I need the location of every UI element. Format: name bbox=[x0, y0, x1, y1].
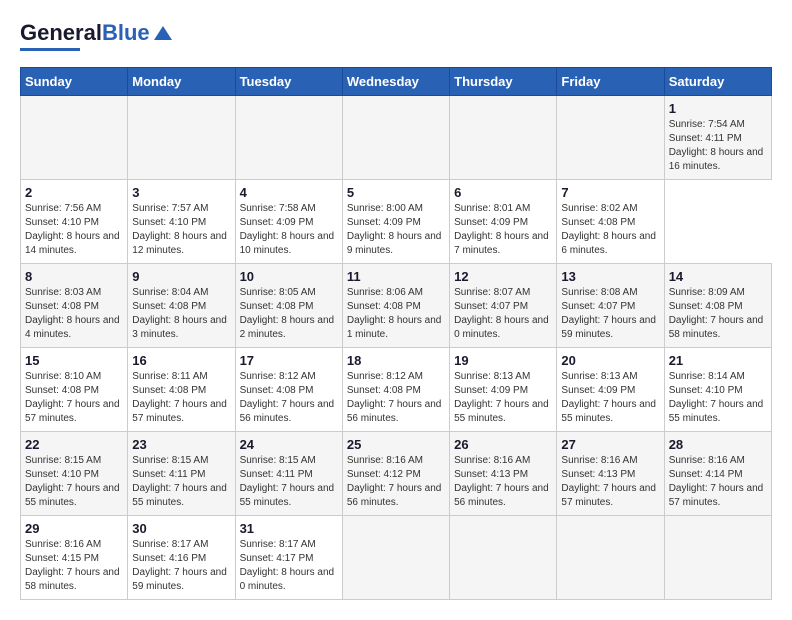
empty-cell bbox=[342, 516, 449, 600]
calendar-day-7: 7Sunrise: 8:02 AMSunset: 4:08 PMDaylight… bbox=[557, 180, 664, 264]
calendar-day-1: 1Sunrise: 7:54 AMSunset: 4:11 PMDaylight… bbox=[664, 96, 771, 180]
empty-cell bbox=[21, 96, 128, 180]
calendar-day-3: 3Sunrise: 7:57 AMSunset: 4:10 PMDaylight… bbox=[128, 180, 235, 264]
calendar-day-9: 9Sunrise: 8:04 AMSunset: 4:08 PMDaylight… bbox=[128, 264, 235, 348]
empty-cell bbox=[450, 96, 557, 180]
calendar-day-24: 24Sunrise: 8:15 AMSunset: 4:11 PMDayligh… bbox=[235, 432, 342, 516]
calendar-week-1: 1Sunrise: 7:54 AMSunset: 4:11 PMDaylight… bbox=[21, 96, 772, 180]
calendar-day-5: 5Sunrise: 8:00 AMSunset: 4:09 PMDaylight… bbox=[342, 180, 449, 264]
calendar-day-6: 6Sunrise: 8:01 AMSunset: 4:09 PMDaylight… bbox=[450, 180, 557, 264]
calendar-day-12: 12Sunrise: 8:07 AMSunset: 4:07 PMDayligh… bbox=[450, 264, 557, 348]
calendar-day-20: 20Sunrise: 8:13 AMSunset: 4:09 PMDayligh… bbox=[557, 348, 664, 432]
empty-cell bbox=[664, 516, 771, 600]
calendar-day-13: 13Sunrise: 8:08 AMSunset: 4:07 PMDayligh… bbox=[557, 264, 664, 348]
empty-cell bbox=[450, 516, 557, 600]
empty-cell bbox=[128, 96, 235, 180]
calendar-day-25: 25Sunrise: 8:16 AMSunset: 4:12 PMDayligh… bbox=[342, 432, 449, 516]
calendar-header-friday: Friday bbox=[557, 68, 664, 96]
calendar-day-11: 11Sunrise: 8:06 AMSunset: 4:08 PMDayligh… bbox=[342, 264, 449, 348]
calendar-week-3: 8Sunrise: 8:03 AMSunset: 4:08 PMDaylight… bbox=[21, 264, 772, 348]
logo-underline bbox=[20, 48, 80, 51]
calendar-day-4: 4Sunrise: 7:58 AMSunset: 4:09 PMDaylight… bbox=[235, 180, 342, 264]
empty-cell bbox=[557, 96, 664, 180]
calendar-day-26: 26Sunrise: 8:16 AMSunset: 4:13 PMDayligh… bbox=[450, 432, 557, 516]
logo-general: General bbox=[20, 20, 102, 46]
logo-icon bbox=[152, 22, 174, 44]
calendar-week-4: 15Sunrise: 8:10 AMSunset: 4:08 PMDayligh… bbox=[21, 348, 772, 432]
calendar-header-thursday: Thursday bbox=[450, 68, 557, 96]
calendar-header-wednesday: Wednesday bbox=[342, 68, 449, 96]
logo: General Blue bbox=[20, 20, 174, 51]
empty-cell bbox=[235, 96, 342, 180]
calendar-header-monday: Monday bbox=[128, 68, 235, 96]
calendar-day-10: 10Sunrise: 8:05 AMSunset: 4:08 PMDayligh… bbox=[235, 264, 342, 348]
calendar-day-16: 16Sunrise: 8:11 AMSunset: 4:08 PMDayligh… bbox=[128, 348, 235, 432]
logo-blue: Blue bbox=[102, 20, 150, 46]
calendar-day-14: 14Sunrise: 8:09 AMSunset: 4:08 PMDayligh… bbox=[664, 264, 771, 348]
calendar-header-sunday: Sunday bbox=[21, 68, 128, 96]
empty-cell bbox=[557, 516, 664, 600]
calendar-day-15: 15Sunrise: 8:10 AMSunset: 4:08 PMDayligh… bbox=[21, 348, 128, 432]
calendar-day-21: 21Sunrise: 8:14 AMSunset: 4:10 PMDayligh… bbox=[664, 348, 771, 432]
calendar-day-29: 29Sunrise: 8:16 AMSunset: 4:15 PMDayligh… bbox=[21, 516, 128, 600]
calendar-day-17: 17Sunrise: 8:12 AMSunset: 4:08 PMDayligh… bbox=[235, 348, 342, 432]
calendar-day-27: 27Sunrise: 8:16 AMSunset: 4:13 PMDayligh… bbox=[557, 432, 664, 516]
calendar-week-5: 22Sunrise: 8:15 AMSunset: 4:10 PMDayligh… bbox=[21, 432, 772, 516]
calendar-day-28: 28Sunrise: 8:16 AMSunset: 4:14 PMDayligh… bbox=[664, 432, 771, 516]
calendar-day-19: 19Sunrise: 8:13 AMSunset: 4:09 PMDayligh… bbox=[450, 348, 557, 432]
calendar-day-23: 23Sunrise: 8:15 AMSunset: 4:11 PMDayligh… bbox=[128, 432, 235, 516]
calendar-header-saturday: Saturday bbox=[664, 68, 771, 96]
calendar-header-tuesday: Tuesday bbox=[235, 68, 342, 96]
calendar-day-8: 8Sunrise: 8:03 AMSunset: 4:08 PMDaylight… bbox=[21, 264, 128, 348]
calendar-day-2: 2Sunrise: 7:56 AMSunset: 4:10 PMDaylight… bbox=[21, 180, 128, 264]
calendar-day-18: 18Sunrise: 8:12 AMSunset: 4:08 PMDayligh… bbox=[342, 348, 449, 432]
calendar-day-31: 31Sunrise: 8:17 AMSunset: 4:17 PMDayligh… bbox=[235, 516, 342, 600]
empty-cell bbox=[342, 96, 449, 180]
calendar-day-22: 22Sunrise: 8:15 AMSunset: 4:10 PMDayligh… bbox=[21, 432, 128, 516]
calendar-day-30: 30Sunrise: 8:17 AMSunset: 4:16 PMDayligh… bbox=[128, 516, 235, 600]
calendar-header-row: SundayMondayTuesdayWednesdayThursdayFrid… bbox=[21, 68, 772, 96]
calendar-week-6: 29Sunrise: 8:16 AMSunset: 4:15 PMDayligh… bbox=[21, 516, 772, 600]
calendar-table: SundayMondayTuesdayWednesdayThursdayFrid… bbox=[20, 67, 772, 600]
calendar-week-2: 2Sunrise: 7:56 AMSunset: 4:10 PMDaylight… bbox=[21, 180, 772, 264]
page-header: General Blue bbox=[20, 20, 772, 51]
